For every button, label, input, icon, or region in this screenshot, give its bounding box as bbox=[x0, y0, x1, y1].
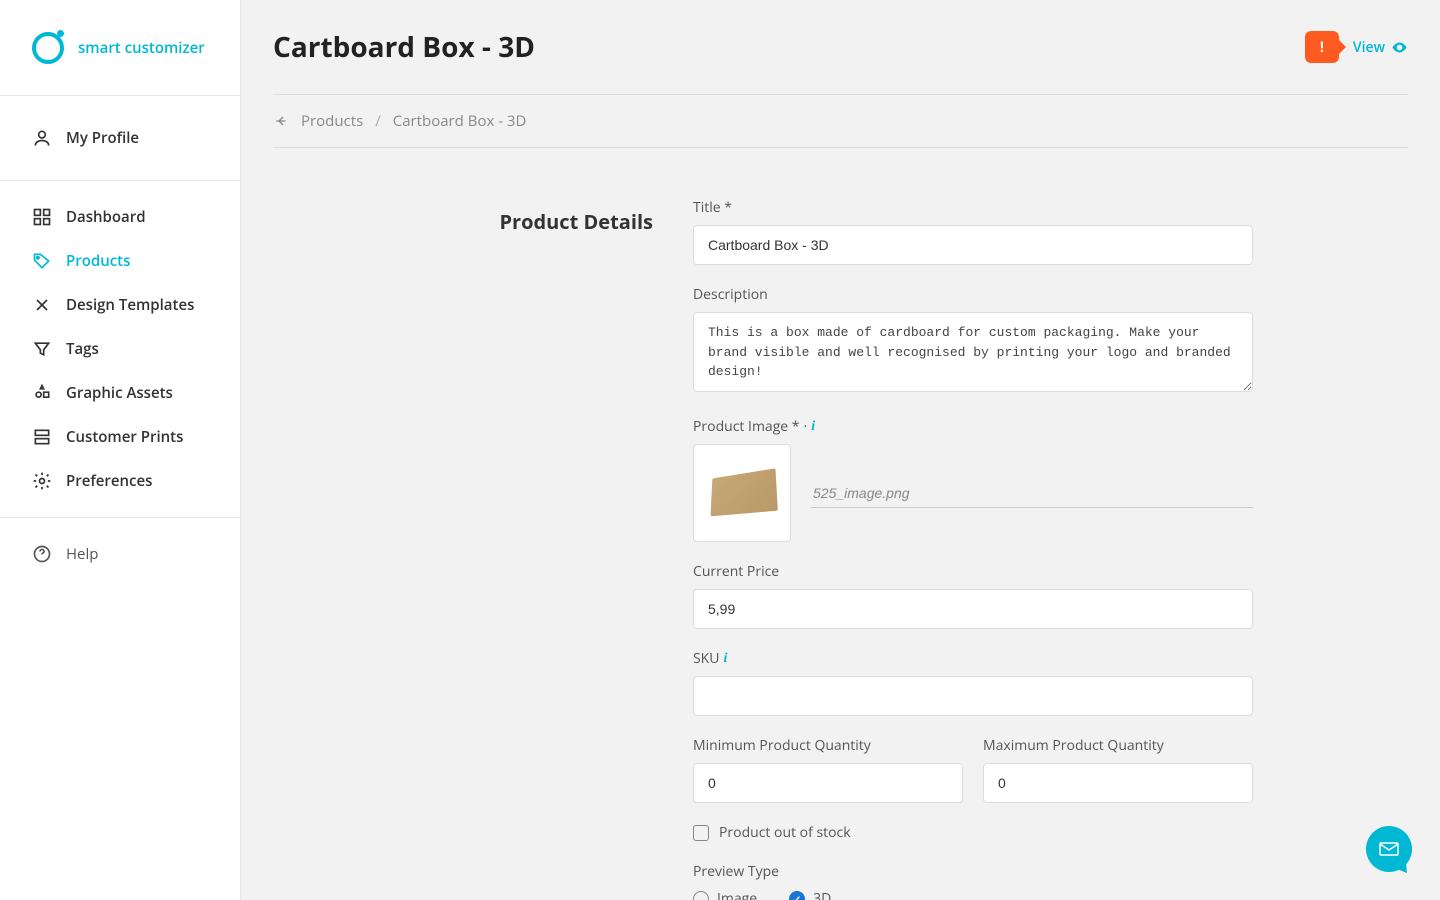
radio-icon bbox=[693, 891, 709, 900]
filter-icon bbox=[32, 339, 52, 359]
description-input[interactable]: This is a box made of cardboard for cust… bbox=[693, 312, 1253, 392]
chat-button[interactable] bbox=[1366, 826, 1412, 872]
design-icon bbox=[32, 295, 52, 315]
nav-label: Tags bbox=[66, 339, 99, 359]
title-input[interactable] bbox=[693, 225, 1253, 265]
radio-label: 3D bbox=[813, 889, 831, 900]
eye-icon bbox=[1391, 39, 1408, 56]
nav-label: Design Templates bbox=[66, 295, 194, 315]
info-icon[interactable]: i bbox=[811, 419, 815, 435]
title-label: Title * bbox=[693, 198, 1253, 217]
nav-tags[interactable]: Tags bbox=[0, 327, 240, 371]
radio-label: Image bbox=[717, 889, 757, 900]
page-header: Cartboard Box - 3D ! View bbox=[273, 28, 1408, 95]
user-icon bbox=[32, 128, 52, 148]
nav-label: Help bbox=[66, 544, 98, 564]
radio-icon bbox=[789, 891, 805, 900]
back-icon[interactable] bbox=[273, 113, 289, 129]
out-of-stock-label: Product out of stock bbox=[719, 823, 851, 842]
nav-label: Customer Prints bbox=[66, 427, 183, 447]
nav-dashboard[interactable]: Dashboard bbox=[0, 195, 240, 239]
nav-graphic-assets[interactable]: Graphic Assets bbox=[0, 371, 240, 415]
sidebar: smart customizer My Profile Dashboard Pr… bbox=[0, 0, 241, 900]
image-filename-input[interactable] bbox=[811, 479, 1253, 508]
nav-design-templates[interactable]: Design Templates bbox=[0, 283, 240, 327]
breadcrumb-separator: / bbox=[375, 111, 381, 131]
image-label: Product Image * bbox=[693, 417, 800, 436]
sku-label: SKU bbox=[693, 649, 719, 668]
view-label: View bbox=[1353, 38, 1385, 57]
out-of-stock-checkbox[interactable] bbox=[693, 825, 709, 841]
logo-icon bbox=[32, 32, 64, 64]
nav-customer-prints[interactable]: Customer Prints bbox=[0, 415, 240, 459]
preview-type-label: Preview Type bbox=[693, 862, 1253, 881]
box-icon bbox=[710, 468, 777, 516]
min-qty-input[interactable] bbox=[693, 763, 963, 803]
nav-preferences[interactable]: Preferences bbox=[0, 459, 240, 503]
nav-label: Dashboard bbox=[66, 207, 146, 227]
mail-icon bbox=[1377, 837, 1401, 861]
alert-badge[interactable]: ! bbox=[1305, 31, 1339, 63]
page-title: Cartboard Box - 3D bbox=[273, 28, 535, 66]
help-icon bbox=[32, 544, 52, 564]
price-input[interactable] bbox=[693, 589, 1253, 629]
assets-icon bbox=[32, 383, 52, 403]
gear-icon bbox=[32, 471, 52, 491]
prints-icon bbox=[32, 427, 52, 447]
nav-label: Preferences bbox=[66, 471, 152, 491]
max-qty-label: Maximum Product Quantity bbox=[983, 736, 1253, 755]
nav-label: Products bbox=[66, 251, 130, 271]
price-label: Current Price bbox=[693, 562, 1253, 581]
dashboard-icon bbox=[32, 207, 52, 227]
preview-3d-radio[interactable]: 3D bbox=[789, 889, 831, 900]
nav-products[interactable]: Products bbox=[0, 239, 240, 283]
breadcrumb-current: Cartboard Box - 3D bbox=[393, 111, 527, 131]
min-qty-label: Minimum Product Quantity bbox=[693, 736, 963, 755]
nav-label: My Profile bbox=[66, 128, 139, 148]
section-title: Product Details bbox=[273, 198, 653, 235]
alert-icon: ! bbox=[1320, 38, 1324, 57]
main-content: Cartboard Box - 3D ! View Products / Car… bbox=[241, 0, 1440, 900]
sku-input[interactable] bbox=[693, 676, 1253, 716]
preview-image-radio[interactable]: Image bbox=[693, 889, 757, 900]
info-icon[interactable]: i bbox=[723, 651, 727, 667]
breadcrumb-root[interactable]: Products bbox=[301, 111, 363, 131]
product-image-thumbnail[interactable] bbox=[693, 444, 791, 542]
brand-name: smart customizer bbox=[78, 38, 205, 58]
description-label: Description bbox=[693, 285, 1253, 304]
breadcrumb: Products / Cartboard Box - 3D bbox=[273, 95, 1408, 148]
nav-my-profile[interactable]: My Profile bbox=[0, 116, 240, 160]
nav-help[interactable]: Help bbox=[0, 532, 240, 576]
nav-label: Graphic Assets bbox=[66, 383, 173, 403]
tag-icon bbox=[32, 251, 52, 271]
view-button[interactable]: View bbox=[1353, 38, 1408, 57]
max-qty-input[interactable] bbox=[983, 763, 1253, 803]
brand-logo[interactable]: smart customizer bbox=[0, 0, 240, 96]
